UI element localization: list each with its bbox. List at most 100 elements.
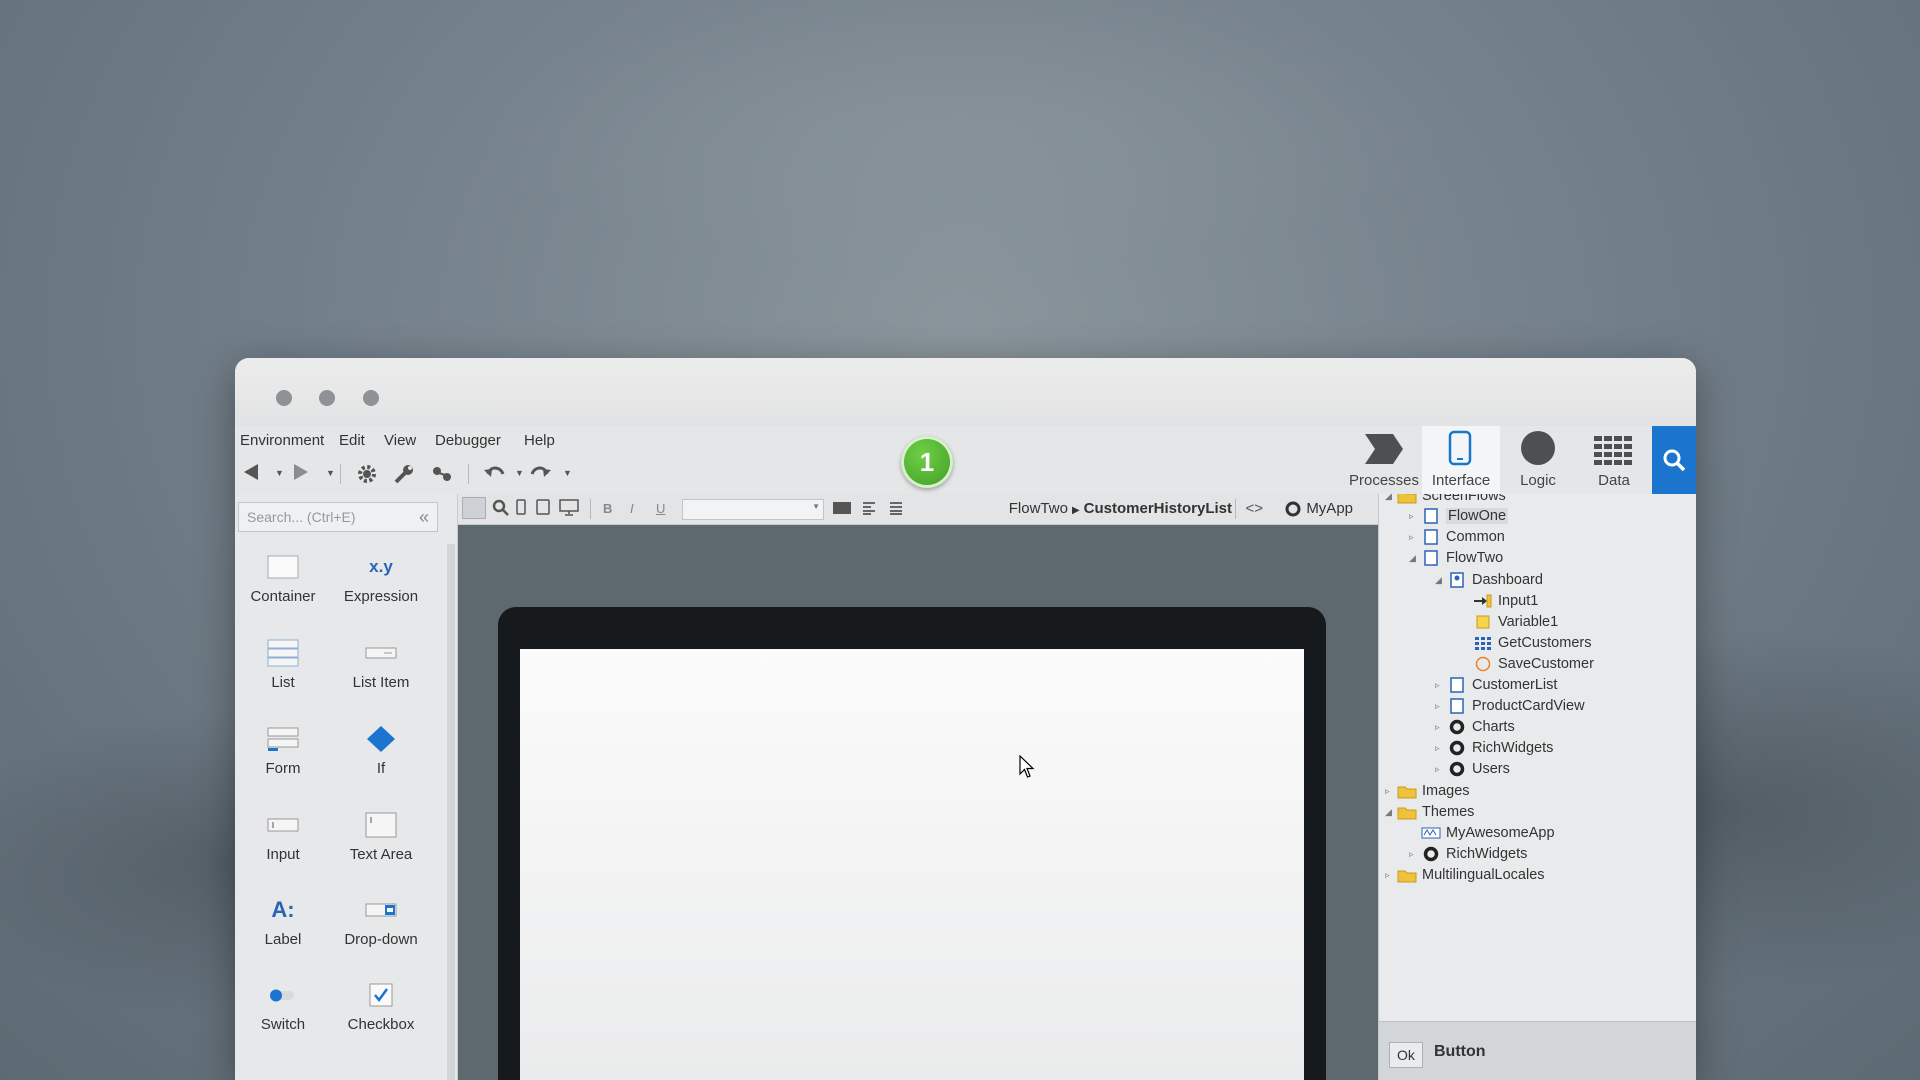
menu-view[interactable]: View — [384, 432, 416, 449]
palette-text-area[interactable]: Text Area — [333, 806, 429, 863]
zoom-icon[interactable] — [492, 499, 510, 522]
tree-item-productcardview[interactable]: ▹ ProductCardView — [1435, 696, 1585, 716]
expand-arrow-icon[interactable]: ▹ — [1435, 722, 1447, 733]
underline-button[interactable]: U — [656, 501, 665, 516]
palette-dropdown[interactable]: Drop-down — [333, 891, 429, 948]
tab-logic[interactable]: Logic — [1500, 426, 1576, 494]
expand-arrow-icon[interactable]: ▹ — [1409, 532, 1421, 543]
device-screen[interactable] — [520, 649, 1304, 1080]
tablet-preview-icon[interactable] — [536, 499, 550, 520]
tree-item-getcustomers[interactable]: GetCustomers — [1461, 633, 1591, 653]
palette-expression[interactable]: x.y Expression — [333, 548, 429, 605]
color-picker-icon[interactable] — [832, 501, 852, 520]
expand-arrow-icon[interactable]: ◢ — [1409, 553, 1421, 564]
menu-debugger[interactable]: Debugger — [435, 432, 501, 449]
expand-arrow-icon[interactable]: ▹ — [1385, 786, 1397, 797]
tree-item-variable1[interactable]: Variable1 — [1461, 612, 1558, 632]
tree-item-flowtwo[interactable]: ◢ FlowTwo — [1409, 548, 1503, 568]
wrench-icon[interactable] — [392, 462, 416, 491]
undo-icon[interactable] — [482, 462, 506, 489]
palette-dropdown-label: Drop-down — [344, 931, 418, 948]
palette-container[interactable]: Container — [235, 548, 331, 605]
palette-checkbox[interactable]: Checkbox — [333, 976, 429, 1033]
expand-arrow-icon[interactable]: ◢ — [1435, 575, 1447, 586]
palette-if[interactable]: If — [333, 720, 429, 777]
design-canvas[interactable] — [458, 525, 1378, 1080]
select-tool-icon[interactable] — [462, 497, 486, 519]
expand-arrow-icon[interactable]: ◢ — [1385, 494, 1397, 502]
forward-history-caret[interactable]: ▼ — [326, 468, 335, 478]
font-select[interactable]: ▼ — [682, 499, 824, 520]
tree-item-richwidgets-theme[interactable]: ▹ RichWidgets — [1409, 844, 1527, 864]
code-toggle-button[interactable]: <> — [1245, 500, 1263, 517]
expand-arrow-icon[interactable]: ▹ — [1435, 764, 1447, 775]
palette-switch[interactable]: Switch — [235, 976, 331, 1033]
redo-history-caret[interactable]: ▼ — [563, 468, 572, 478]
toolbox-scrollbar[interactable] — [447, 544, 455, 1080]
tab-data[interactable]: Data — [1576, 426, 1652, 494]
breadcrumb-parent[interactable]: FlowTwo — [1009, 500, 1068, 517]
palette-list-item[interactable]: List Item — [333, 634, 429, 691]
palette-label[interactable]: A: Label — [235, 891, 331, 948]
palette-list-item-label: List Item — [352, 674, 410, 691]
tree-item-myawesomeapp[interactable]: MyAwesomeApp — [1409, 823, 1555, 843]
undo-history-caret[interactable]: ▼ — [515, 468, 524, 478]
palette-input[interactable]: Input — [235, 806, 331, 863]
back-history-caret[interactable]: ▼ — [275, 468, 284, 478]
expand-arrow-icon[interactable]: ▹ — [1435, 701, 1447, 712]
tree-item-screenflows[interactable]: ◢ ScreenFlows — [1385, 494, 1506, 506]
redo-icon[interactable] — [529, 462, 553, 489]
bold-button[interactable]: B — [603, 501, 612, 516]
align-justify-icon[interactable] — [889, 501, 903, 520]
desktop-preview-icon[interactable] — [559, 499, 579, 521]
module-selector[interactable]: MyApp — [1285, 500, 1353, 517]
tree-item-common[interactable]: ▹ Common — [1409, 527, 1505, 547]
global-search-button[interactable] — [1652, 426, 1696, 494]
expand-arrow-icon[interactable]: ▹ — [1409, 511, 1421, 522]
maximize-window-button[interactable] — [363, 390, 379, 406]
phone-preview-icon[interactable] — [516, 499, 526, 520]
tree-item-savecustomer[interactable]: SaveCustomer — [1461, 654, 1594, 674]
palette-form[interactable]: Form — [235, 720, 331, 777]
tree-item-richwidgets[interactable]: ▹ RichWidgets — [1435, 738, 1553, 758]
expand-arrow-icon[interactable]: ▹ — [1435, 680, 1447, 691]
align-left-icon[interactable] — [862, 501, 876, 520]
tab-processes[interactable]: Processes — [1346, 426, 1422, 494]
italic-button[interactable]: I — [630, 501, 634, 516]
action-icon — [1475, 656, 1491, 672]
expand-arrow-icon[interactable]: ▹ — [1435, 743, 1447, 754]
close-window-button[interactable] — [276, 390, 292, 406]
app-window: Environment Edit View Debugger Help ▼ ▼ … — [235, 358, 1696, 1080]
expand-arrow-icon[interactable]: ◢ — [1385, 807, 1397, 818]
minimize-window-button[interactable] — [319, 390, 335, 406]
folder-icon — [1397, 786, 1417, 798]
tab-interface[interactable]: Interface — [1422, 426, 1500, 494]
palette-checkbox-label: Checkbox — [347, 1016, 415, 1033]
collapse-panel-icon[interactable]: « — [419, 507, 429, 528]
properties-title: Button — [1434, 1043, 1486, 1060]
tree-item-charts[interactable]: ▹ Charts — [1435, 717, 1515, 737]
forward-icon[interactable] — [292, 462, 310, 487]
palette-list[interactable]: List — [235, 634, 331, 691]
tree-item-multilinguallocales[interactable]: ▹ MultilingualLocales — [1385, 865, 1545, 885]
switch-icon — [270, 989, 294, 1002]
menu-environment[interactable]: Environment — [240, 432, 324, 449]
notification-badge[interactable]: 1 — [901, 436, 953, 488]
expand-arrow-icon[interactable]: ▹ — [1409, 849, 1421, 860]
tree-item-images[interactable]: ▹ Images — [1385, 781, 1470, 801]
tree-item-input1[interactable]: Input1 — [1461, 591, 1538, 611]
tree-item-customerlist[interactable]: ▹ CustomerList — [1435, 675, 1557, 695]
tree-item-flowone[interactable]: ▹ FlowOne — [1409, 506, 1509, 526]
expand-arrow-icon[interactable]: ▹ — [1385, 870, 1397, 881]
tree-item-users[interactable]: ▹ Users — [1435, 759, 1510, 779]
tab-logic-label: Logic — [1520, 472, 1556, 489]
toolbox-search-input[interactable]: Search... (Ctrl+E) « — [238, 502, 438, 532]
tree-item-dashboard[interactable]: ◢ Dashboard — [1435, 570, 1543, 590]
menu-help[interactable]: Help — [524, 432, 555, 449]
layer-tabs: Processes Interface Logic Data — [1346, 426, 1696, 494]
gear-icon[interactable] — [355, 462, 379, 491]
back-icon[interactable] — [242, 462, 260, 487]
tree-item-themes[interactable]: ◢ Themes — [1385, 802, 1474, 822]
publish-icon[interactable] — [429, 462, 455, 491]
menu-edit[interactable]: Edit — [339, 432, 365, 449]
